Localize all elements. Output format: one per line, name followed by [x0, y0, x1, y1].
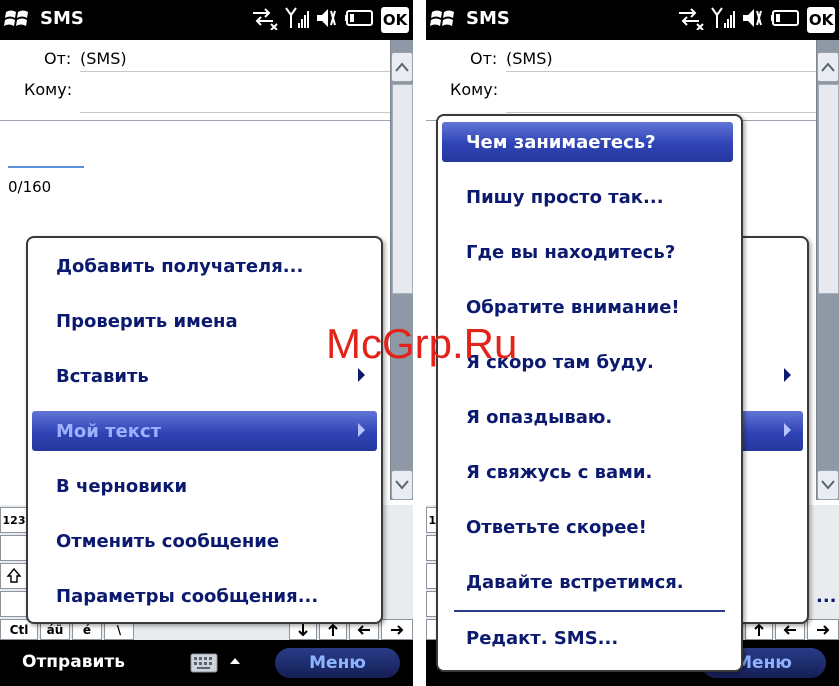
key-123[interactable]: 123: [0, 507, 28, 533]
volume-muted-icon[interactable]: [315, 6, 339, 34]
soft-key-bar: Отправить Меню: [0, 640, 413, 686]
menu-item-label: Чем занимаетесь?: [466, 131, 656, 153]
char-counter: 0/160: [8, 178, 52, 196]
submenu-item-lets-meet[interactable]: Давайте встретимся.: [442, 562, 737, 602]
windows-start-icon[interactable]: [430, 7, 456, 35]
from-field-line: [506, 71, 816, 72]
app-title: SMS: [40, 8, 84, 29]
status-bar: SMS OK: [0, 0, 413, 40]
key-tab[interactable]: [0, 535, 28, 561]
menu-item-cancel-message[interactable]: Отменить сообщение: [32, 521, 377, 561]
menu-softkey[interactable]: Меню: [275, 648, 400, 678]
menu-item-label: Добавить получателя...: [56, 255, 304, 277]
submenu-arrow-icon: [784, 423, 791, 437]
ok-button[interactable]: OK: [381, 7, 409, 33]
submenu-item-just-writing[interactable]: Пишу просто так...: [442, 177, 737, 217]
menu-item-label: Я свяжусь с вами.: [466, 461, 653, 483]
keyboard-toggle-icon[interactable]: [190, 652, 250, 680]
menu-item-add-recipient[interactable]: Добавить получателя...: [32, 246, 377, 286]
submenu-item-will-contact[interactable]: Я свяжусь с вами.: [442, 452, 737, 492]
to-field[interactable]: [506, 112, 816, 113]
menu-item-label: Редакт. SMS...: [466, 627, 619, 649]
submenu-arrow-icon: [358, 368, 365, 382]
app-title: SMS: [466, 8, 510, 29]
connectivity-icon[interactable]: [251, 6, 279, 34]
scroll-thumb[interactable]: [818, 84, 839, 294]
status-bar: SMS OK: [426, 0, 839, 40]
submenu-item-what-doing[interactable]: Чем занимаетесь?: [442, 122, 733, 162]
menu-item-label: Мой текст: [56, 420, 162, 442]
submenu-arrow-icon: [358, 423, 365, 437]
menu-item-message-options[interactable]: Параметры сообщения...: [32, 576, 377, 616]
message-header: От: (SMS) Кому:: [426, 40, 816, 120]
volume-muted-icon[interactable]: [741, 6, 765, 34]
scroll-down-button[interactable]: [391, 470, 413, 500]
from-label: От:: [470, 49, 498, 68]
scroll-thumb[interactable]: [392, 84, 413, 294]
signal-strength-icon[interactable]: [711, 6, 735, 34]
menu-item-label: ...: [816, 585, 837, 607]
key-arrow-right[interactable]: [807, 619, 839, 640]
menu-item-label: Я опаздываю.: [466, 406, 613, 428]
submenu-arrow-icon: [784, 368, 791, 382]
signal-strength-icon[interactable]: [285, 6, 309, 34]
menu-item-label: Вставить: [56, 365, 149, 387]
vertical-scrollbar[interactable]: [816, 40, 839, 500]
to-label: Кому:: [24, 80, 73, 99]
menu-item-label: Давайте встретимся.: [466, 571, 684, 593]
menu-item-label: Отменить сообщение: [56, 530, 280, 552]
my-text-submenu: Чем занимаетесь? Пишу просто так... Где …: [436, 114, 743, 672]
windows-start-icon[interactable]: [4, 7, 30, 35]
header-separator: [0, 120, 390, 121]
menu-item-label: Обратите внимание!: [466, 296, 680, 318]
text-cursor-line: [8, 166, 84, 168]
watermark: McGrp.Ru: [326, 320, 518, 367]
message-header: От: (SMS) Кому:: [0, 40, 390, 120]
submenu-item-where-are-you[interactable]: Где вы находитесь?: [442, 232, 737, 272]
from-field-line: [80, 71, 390, 72]
submenu-item-edit-sms[interactable]: Редакт. SMS...: [442, 618, 737, 658]
to-field[interactable]: [80, 112, 390, 113]
key-row4-blank[interactable]: [0, 591, 28, 617]
connectivity-icon[interactable]: [677, 6, 705, 34]
menu-item-label: В черновики: [56, 475, 188, 497]
ok-button[interactable]: OK: [807, 7, 835, 33]
menu-item-label: Проверить имена: [56, 310, 238, 332]
from-value[interactable]: (SMS): [506, 49, 553, 68]
menu-item-label: Пишу просто так...: [466, 186, 664, 208]
scroll-down-button[interactable]: [817, 470, 839, 500]
vertical-scrollbar[interactable]: [390, 40, 413, 500]
menu-item-label: Параметры сообщения...: [56, 585, 319, 607]
from-label: От:: [44, 49, 72, 68]
key-shift[interactable]: [0, 563, 28, 589]
menu-item-my-text[interactable]: Мой текст: [32, 411, 377, 451]
battery-icon[interactable]: [345, 6, 375, 34]
from-value[interactable]: (SMS): [80, 49, 127, 68]
submenu-separator: [454, 610, 725, 612]
context-menu: Добавить получателя... Проверить имена В…: [26, 236, 383, 624]
scroll-up-button[interactable]: [391, 52, 413, 82]
scroll-up-button[interactable]: [817, 52, 839, 82]
key-arrow-right[interactable]: [381, 619, 413, 640]
menu-item-label: Ответьте скорее!: [466, 516, 647, 538]
submenu-item-reply-soon[interactable]: Ответьте скорее!: [442, 507, 737, 547]
menu-item-drafts[interactable]: В черновики: [32, 466, 377, 506]
battery-icon[interactable]: [771, 6, 801, 34]
submenu-item-running-late[interactable]: Я опаздываю.: [442, 397, 737, 437]
send-softkey[interactable]: Отправить: [22, 652, 125, 672]
to-label: Кому:: [450, 80, 499, 99]
menu-item-label: Где вы находитесь?: [466, 241, 676, 263]
